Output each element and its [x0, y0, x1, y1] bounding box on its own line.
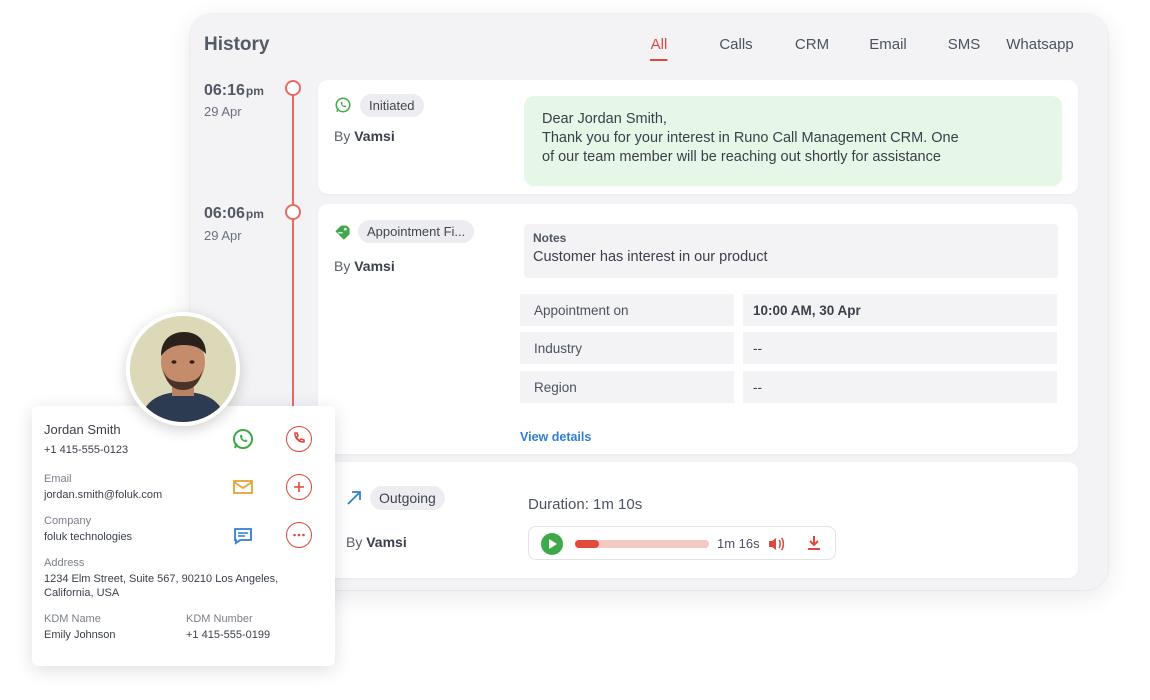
kdm-number: +1 415-555-0199: [186, 629, 271, 641]
tag-icon: [334, 224, 351, 245]
notes-text: Customer has interest in our product: [533, 249, 768, 265]
volume-icon[interactable]: [767, 536, 785, 557]
call-entry-card: Outgoing By Vamsi Duration: 1m 10s 1m 16…: [318, 462, 1078, 578]
notes-label: Notes: [533, 231, 567, 245]
tab-crm[interactable]: CRM: [795, 36, 829, 53]
timeline-line: [292, 94, 294, 424]
contact-company: foluk technologies: [44, 531, 133, 543]
avatar: [126, 312, 240, 426]
tab-email[interactable]: Email: [869, 36, 907, 53]
status-chip: Appointment Fi...: [358, 220, 475, 243]
address-label: Address: [44, 557, 85, 569]
field-value: --: [743, 371, 1057, 403]
contact-name: Jordan Smith: [44, 422, 121, 437]
contact-card: Jordan Smith +1 415-555-0123 Email jorda…: [32, 406, 335, 666]
field-label: Industry: [520, 332, 734, 364]
call-duration: Duration: 1m 10s: [528, 496, 643, 513]
tab-whatsapp[interactable]: Whatsapp: [1006, 36, 1074, 53]
appointment-entry-card: Appointment Fi... By Vamsi Notes Custome…: [318, 204, 1078, 454]
contact-email: jordan.smith@foluk.com: [44, 489, 163, 501]
entry-date: 29 Apr: [204, 228, 242, 243]
kdm-name-label: KDM Name: [44, 613, 101, 625]
status-chip: Outgoing: [370, 486, 445, 510]
field-value: --: [743, 332, 1057, 364]
more-icon[interactable]: [286, 522, 312, 548]
entry-author: By Vamsi: [346, 534, 407, 550]
whatsapp-icon[interactable]: [231, 427, 255, 456]
address-line: California, USA: [44, 587, 120, 599]
download-icon[interactable]: [807, 535, 821, 556]
contact-address: 1234 Elm Street, Suite 567, 90210 Los An…: [44, 572, 278, 600]
audio-time: 1m 16s: [717, 536, 760, 551]
contact-phone: +1 415-555-0123: [44, 444, 129, 456]
audio-progress-track[interactable]: [575, 540, 709, 548]
timeline-dot: [285, 80, 301, 96]
message-line: Thank you for your interest in Runo Call…: [542, 130, 959, 146]
tab-calls[interactable]: Calls: [719, 36, 752, 53]
phone-icon[interactable]: [286, 426, 312, 452]
field-label: Region: [520, 371, 734, 403]
view-details-link[interactable]: View details: [520, 430, 591, 444]
play-icon[interactable]: [541, 533, 563, 555]
history-tabs: All Calls CRM Email SMS Whatsapp: [190, 36, 1108, 66]
audio-player: 1m 16s: [528, 526, 836, 560]
email-label: Email: [44, 473, 72, 485]
whatsapp-message: Dear Jordan Smith, Thank you for your in…: [524, 96, 1062, 186]
message-line: Dear Jordan Smith,: [542, 111, 667, 127]
company-label: Company: [44, 515, 92, 527]
tab-all[interactable]: All: [651, 36, 668, 53]
audio-progress-fill: [575, 540, 600, 548]
kdm-number-label: KDM Number: [186, 613, 253, 625]
mail-icon[interactable]: [233, 479, 253, 500]
notes-box: Notes Customer has interest in our produ…: [524, 224, 1058, 278]
chat-icon[interactable]: [233, 527, 253, 550]
entry-date: 29 Apr: [204, 104, 242, 119]
tab-sms[interactable]: SMS: [948, 36, 981, 53]
plus-icon[interactable]: [286, 474, 312, 500]
field-value: 10:00 AM, 30 Apr: [743, 294, 1057, 326]
entry-time: 06:16pm: [204, 82, 264, 99]
message-line: of our team member will be reaching out …: [542, 149, 941, 165]
whatsapp-icon: [334, 96, 352, 119]
status-chip: Initiated: [360, 94, 424, 117]
entry-time: 06:06pm: [204, 205, 264, 222]
field-label: Appointment on: [520, 294, 734, 326]
kdm-name: Emily Johnson: [44, 629, 116, 641]
address-line: 1234 Elm Street, Suite 567, 90210 Los An…: [44, 573, 279, 585]
whatsapp-entry-card: Initiated By Vamsi Dear Jordan Smith, Th…: [318, 80, 1078, 194]
entry-author: By Vamsi: [334, 258, 395, 274]
entry-author: By Vamsi: [334, 128, 395, 144]
timeline-dot: [285, 204, 301, 220]
outgoing-arrow-icon: [346, 490, 362, 511]
